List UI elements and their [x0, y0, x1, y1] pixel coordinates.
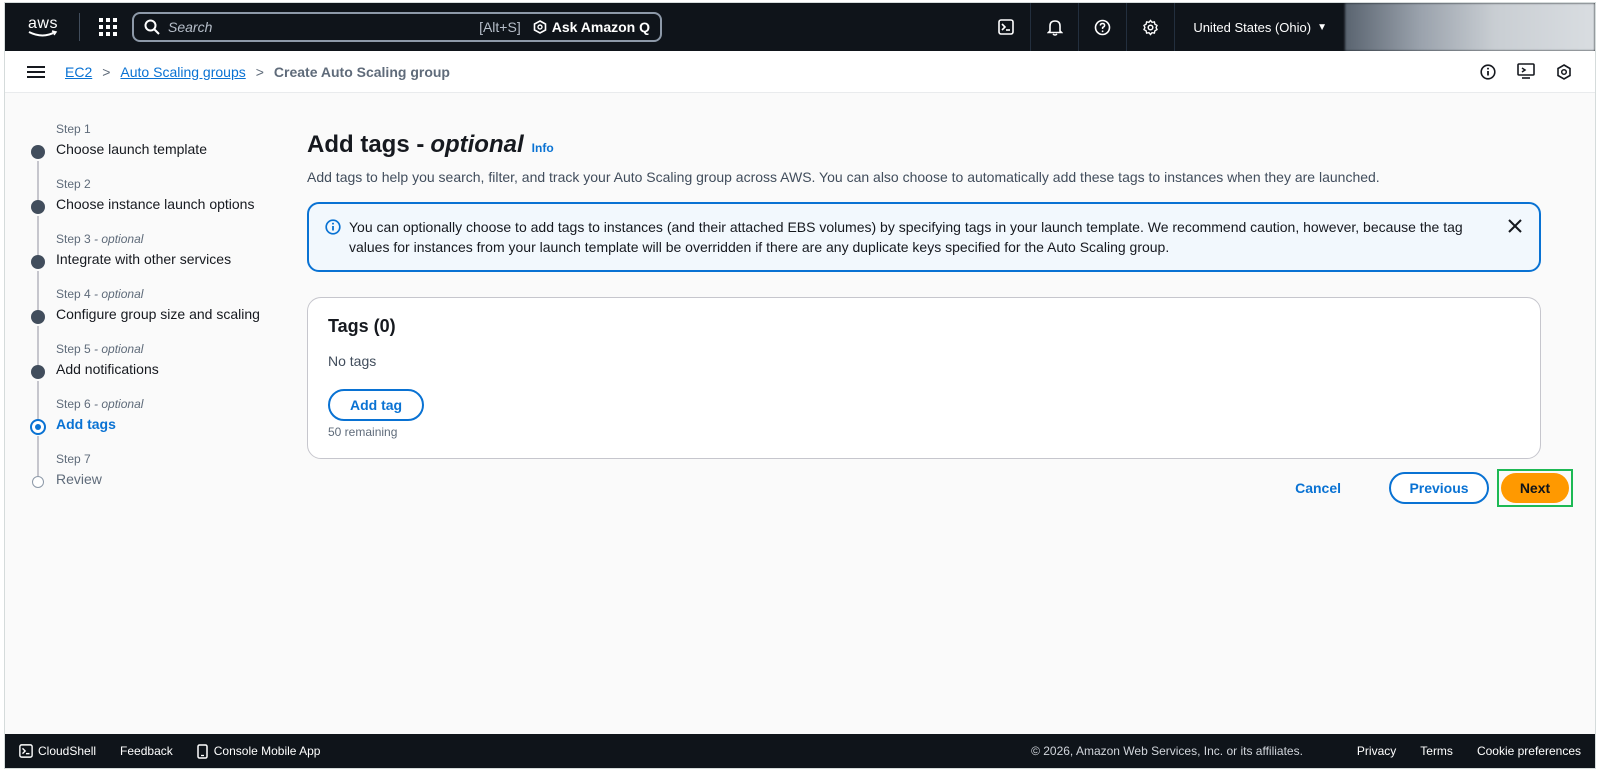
step-pending-dot-icon — [32, 476, 44, 488]
aws-smile-icon — [28, 30, 58, 37]
footer: CloudShell Feedback Console Mobile App ©… — [5, 734, 1595, 768]
footer-cloudshell-label: CloudShell — [38, 744, 97, 758]
tags-remaining: 50 remaining — [328, 425, 398, 439]
footer-feedback[interactable]: Feedback — [120, 744, 173, 758]
wizard-step-7[interactable]: Step 7 Review — [27, 436, 287, 506]
footer-copyright: © 2026, Amazon Web Services, Inc. or its… — [1031, 744, 1303, 758]
step-label: Step 1 — [56, 122, 91, 136]
footer-privacy-link[interactable]: Privacy — [1357, 744, 1396, 758]
settings-gear-icon[interactable] — [1126, 3, 1174, 51]
cloudshell-icon — [19, 744, 33, 758]
wizard-step-4[interactable]: Step 4 - optional Configure group size a… — [27, 271, 287, 341]
add-tag-button[interactable]: Add tag — [328, 389, 425, 421]
main-content: Add tags - optional Info Add tags to hel… — [307, 131, 1543, 459]
ask-amazon-q-label: Ask Amazon Q — [551, 19, 650, 35]
page-title: Add tags - optional Info — [307, 131, 1543, 159]
step-active-dot-icon — [30, 419, 46, 435]
footer-cloudshell[interactable]: CloudShell — [19, 744, 96, 758]
console-window: aws [Alt+S] — [4, 2, 1596, 769]
page-title-optional: optional — [430, 131, 524, 158]
wizard-step-3[interactable]: Step 3 - optional Integrate with other s… — [27, 216, 287, 286]
wizard-step-5[interactable]: Step 5 - optional Add notifications — [27, 326, 287, 396]
next-button-highlight: Next — [1497, 469, 1573, 507]
region-label: United States (Ohio) — [1193, 19, 1312, 35]
tags-panel: Tags (0) No tags Add tag 50 remaining — [307, 297, 1541, 459]
info-panel-icon[interactable] — [1469, 57, 1507, 87]
footer-cookie-preferences-link[interactable]: Cookie preferences — [1477, 744, 1581, 758]
breadcrumb-auto-scaling-groups[interactable]: Auto Scaling groups — [120, 64, 245, 80]
top-navigation: aws [Alt+S] — [5, 3, 1595, 51]
step-optional: - optional — [90, 397, 144, 411]
step-complete-dot-icon — [31, 365, 45, 379]
breadcrumb: EC2 > Auto Scaling groups > Create Auto … — [65, 64, 450, 80]
step-title[interactable]: Add notifications — [56, 361, 287, 377]
cloudshell-nav-icon[interactable] — [982, 3, 1030, 51]
breadcrumb-ec2[interactable]: EC2 — [65, 64, 92, 80]
amazon-q-panel-icon[interactable] — [1545, 57, 1583, 87]
wizard-actions: Cancel Previous Next — [1295, 469, 1573, 507]
help-icon[interactable] — [1078, 3, 1126, 51]
step-title[interactable]: Choose launch template — [56, 141, 287, 157]
search-box[interactable]: [Alt+S] Ask Amazon Q — [132, 12, 662, 42]
step-optional: - optional — [90, 287, 144, 301]
account-menu-redacted[interactable] — [1345, 3, 1595, 51]
step-title: Review — [56, 471, 102, 487]
footer-mobile-app[interactable]: Console Mobile App — [197, 743, 321, 759]
region-selector[interactable]: United States (Ohio) ▼ — [1174, 3, 1345, 51]
breadcrumb-bar: EC2 > Auto Scaling groups > Create Auto … — [5, 51, 1595, 93]
step-title[interactable]: Integrate with other services — [56, 251, 287, 267]
chevron-right-icon: > — [255, 63, 264, 80]
info-circle-icon — [325, 219, 341, 235]
step-optional: - optional — [90, 232, 144, 246]
search-input[interactable] — [168, 19, 480, 35]
search-icon — [144, 19, 160, 35]
next-button[interactable]: Next — [1501, 473, 1569, 503]
tags-title: Tags (0) — [328, 316, 396, 336]
step-optional: - optional — [90, 342, 144, 356]
step-label: Step 5 — [56, 342, 91, 356]
page-description: Add tags to help you search, filter, and… — [307, 169, 1380, 185]
page-title-text: Add tags - — [307, 131, 425, 158]
caret-down-icon: ▼ — [1317, 21, 1327, 33]
step-label: Step 3 — [56, 232, 91, 246]
nav-right-group: United States (Ohio) ▼ — [982, 3, 1595, 51]
step-title[interactable]: Add tags — [56, 416, 287, 432]
menu-hamburger-icon[interactable] — [27, 63, 45, 81]
step-complete-dot-icon — [31, 310, 45, 324]
search-shortcut: [Alt+S] — [479, 19, 521, 35]
close-icon[interactable] — [1507, 218, 1523, 234]
no-tags-text: No tags — [328, 353, 377, 369]
aws-logo[interactable]: aws — [17, 16, 69, 38]
nav-divider — [79, 13, 80, 41]
alert-text: You can optionally choose to add tags to… — [349, 219, 1463, 255]
step-label: Step 4 — [56, 287, 91, 301]
breadcrumb-tools — [1469, 57, 1583, 87]
footer-mobile-app-label: Console Mobile App — [213, 744, 321, 758]
step-title[interactable]: Configure group size and scaling — [56, 306, 287, 322]
step-label: Step 7 — [56, 452, 91, 466]
wizard-step-1[interactable]: Step 1 Choose launch template — [27, 121, 287, 176]
info-link[interactable]: Info — [532, 141, 554, 155]
info-alert: You can optionally choose to add tags to… — [307, 202, 1541, 272]
amazon-q-icon — [533, 20, 547, 34]
mobile-phone-icon — [197, 743, 208, 759]
step-complete-dot-icon — [31, 255, 45, 269]
breadcrumb-current: Create Auto Scaling group — [273, 63, 450, 80]
wizard-step-2[interactable]: Step 2 Choose instance launch options — [27, 161, 287, 231]
footer-terms-link[interactable]: Terms — [1420, 744, 1453, 758]
wizard-step-6[interactable]: Step 6 - optional Add tags — [27, 381, 287, 451]
services-grid-icon[interactable] — [94, 13, 122, 41]
step-label: Step 6 — [56, 397, 91, 411]
cancel-button[interactable]: Cancel — [1295, 480, 1341, 496]
step-complete-dot-icon — [31, 145, 45, 159]
notifications-bell-icon[interactable] — [1030, 3, 1078, 51]
step-label: Step 2 — [56, 177, 91, 191]
feedback-screen-icon[interactable] — [1507, 57, 1545, 87]
step-title[interactable]: Choose instance launch options — [56, 196, 287, 212]
chevron-right-icon: > — [102, 63, 111, 80]
ask-amazon-q-button[interactable]: Ask Amazon Q — [533, 19, 650, 35]
wizard-steps: Step 1 Choose launch template Step 2 Cho… — [27, 121, 287, 506]
previous-button[interactable]: Previous — [1389, 472, 1489, 504]
step-complete-dot-icon — [31, 200, 45, 214]
